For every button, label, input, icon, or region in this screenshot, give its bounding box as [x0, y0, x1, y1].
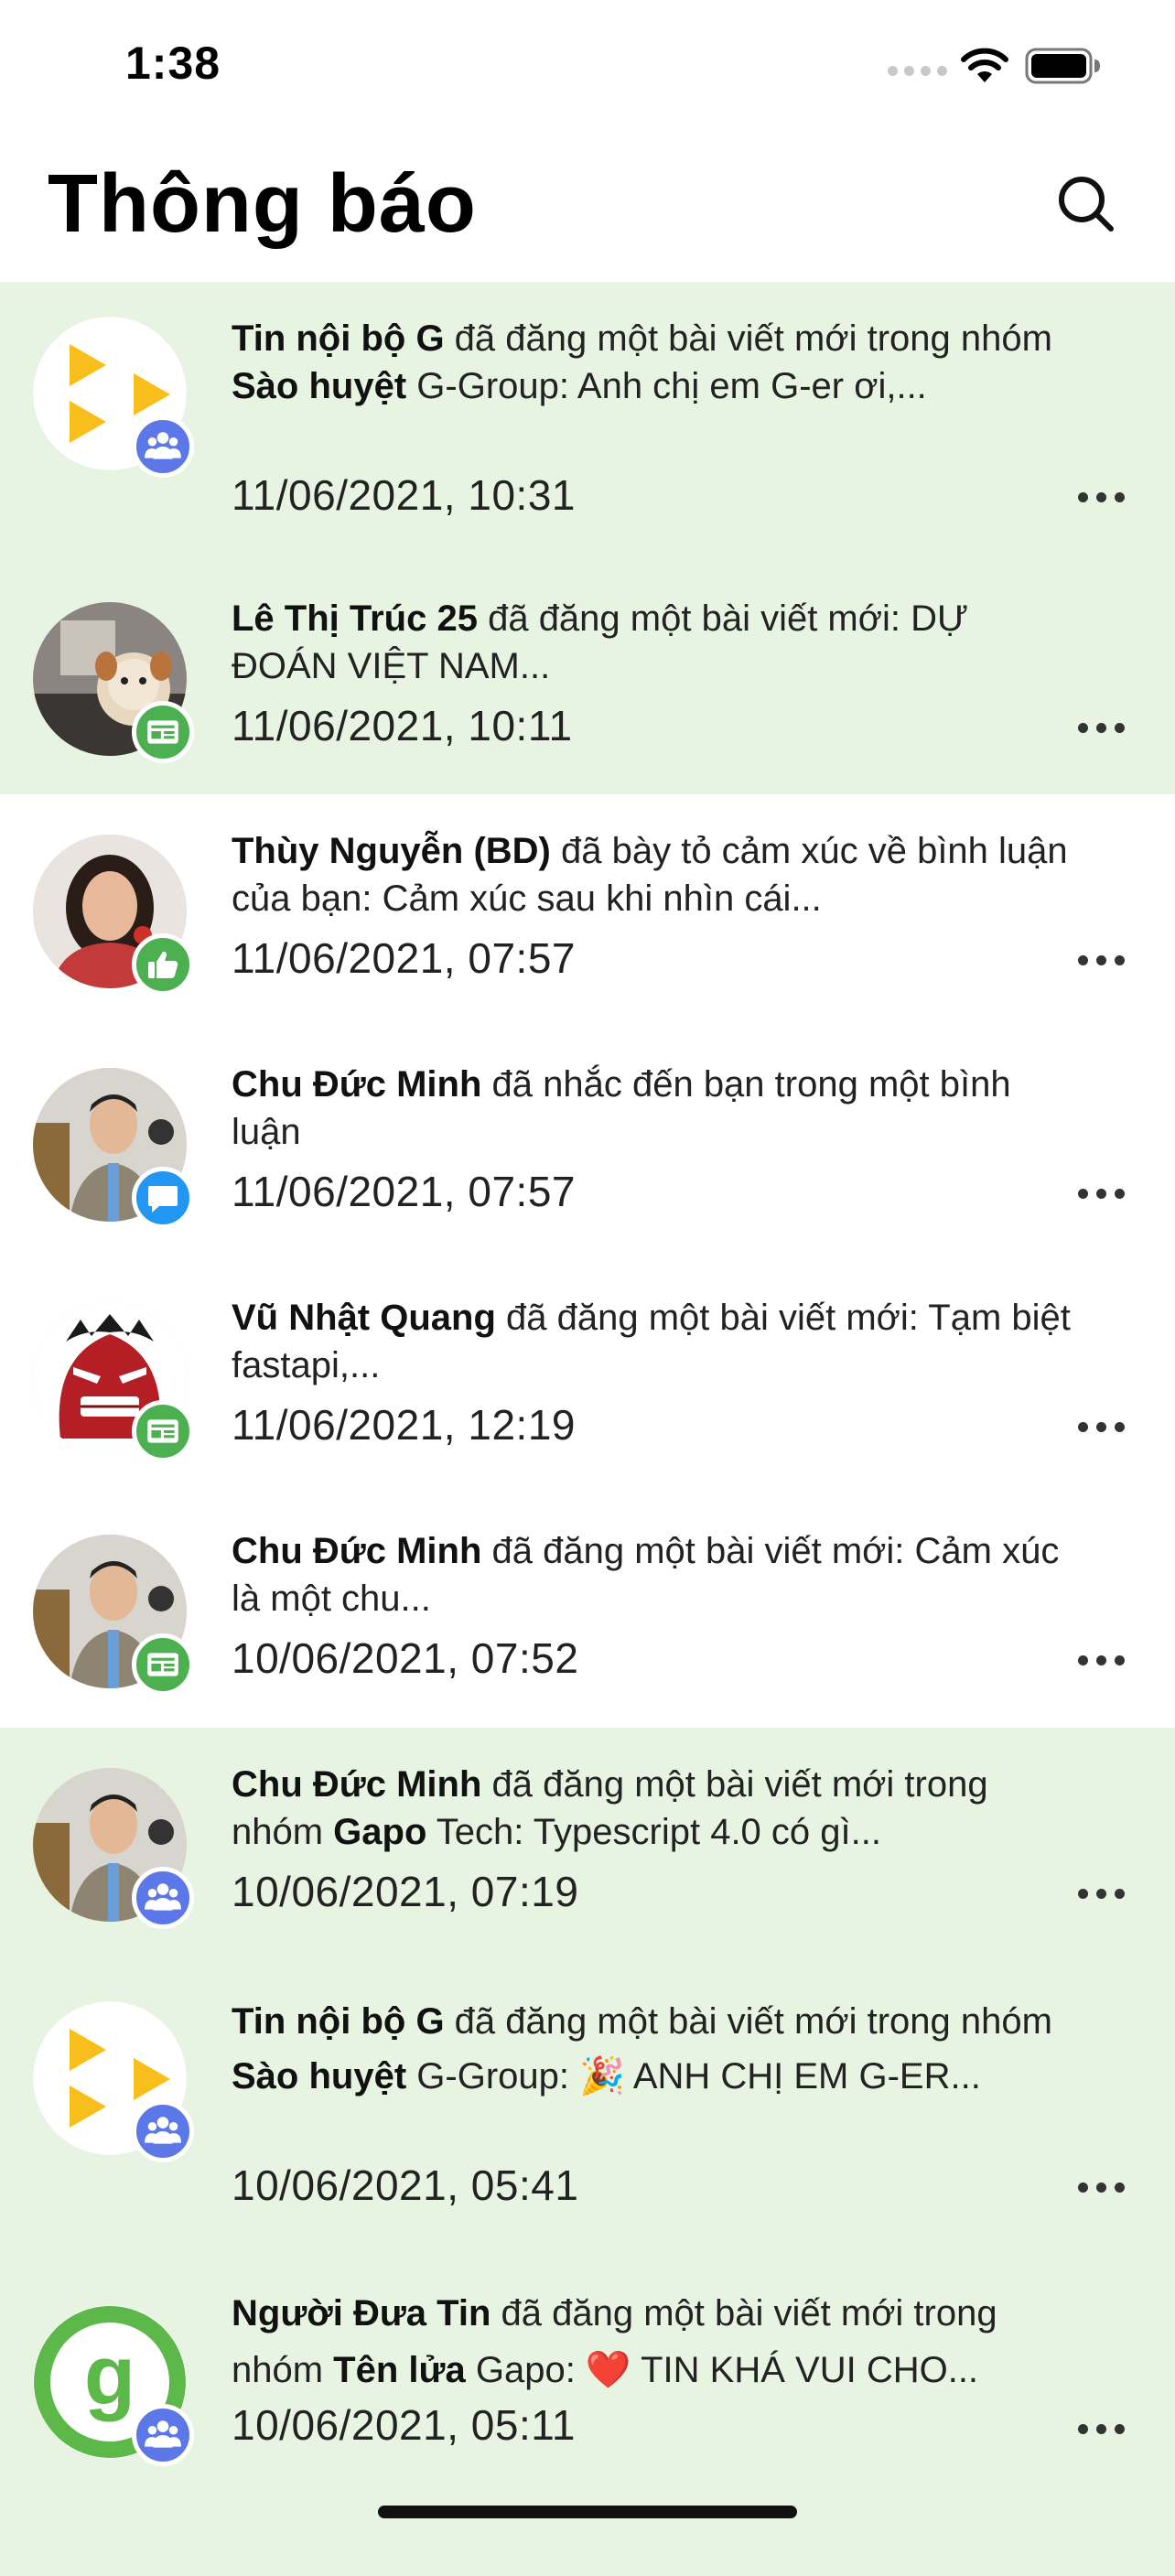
avatar [33, 835, 194, 996]
notification-text: Chu Đức Minh đã đăng một bài viết mới tr… [232, 1764, 988, 1852]
notification-text: Chu Đức Minh đã nhắc đến bạn trong một b… [232, 1064, 1011, 1152]
more-options-button[interactable] [1078, 1189, 1125, 1199]
group-icon [144, 427, 182, 466]
notification-text: Tin nội bộ G đã đăng một bài viết mới tr… [232, 2001, 1052, 2096]
notification-text: Tin nội bộ G đã đăng một bài viết mới tr… [232, 318, 1052, 406]
more-options-button[interactable] [1078, 1422, 1125, 1432]
more-options-button[interactable] [1078, 492, 1125, 502]
notification-item[interactable]: Tin nội bộ G đã đăng một bài viết mới tr… [0, 1961, 1175, 2258]
notification-time: 10/06/2021, 07:19 [232, 1868, 579, 1915]
notification-text: Chu Đức Minh đã đăng một bài viết mới: C… [232, 1531, 1060, 1619]
notification-time: 10/06/2021, 07:52 [232, 1634, 579, 1682]
status-bar: 1:38 [0, 0, 1175, 137]
avatar [33, 2305, 187, 2459]
avatar [33, 1768, 194, 1929]
post-badge [132, 701, 194, 763]
actor-name: Chu Đức Minh [232, 1764, 482, 1805]
notification-time: 11/06/2021, 07:57 [232, 934, 576, 982]
notification-text: Vũ Nhật Quang đã đăng một bài viết mới: … [232, 1298, 1071, 1385]
battery-icon [1025, 48, 1100, 84]
notification-time: 11/06/2021, 10:31 [232, 471, 576, 519]
notification-item[interactable]: Vũ Nhật Quang đã đăng một bài viết mới: … [0, 1261, 1175, 1494]
actor-name: Tin nội bộ G [232, 318, 445, 359]
group-icon [144, 1879, 182, 1917]
notification-time: 10/06/2021, 05:41 [232, 2161, 579, 2209]
actor-name: Lê Thị Trúc 25 [232, 598, 478, 639]
notification-item[interactable]: Chu Đức Minh đã nhắc đến bạn trong một b… [0, 1028, 1175, 1261]
group-badge [132, 2100, 194, 2162]
post-icon [144, 1645, 182, 1684]
group-badge [132, 415, 194, 478]
more-options-button[interactable] [1078, 2183, 1125, 2193]
notification-time: 10/06/2021, 05:11 [232, 2401, 576, 2449]
more-options-button[interactable] [1078, 955, 1125, 965]
wifi-icon [961, 48, 1008, 82]
group-badge [132, 2404, 194, 2466]
actor-name: Tin nội bộ G [232, 2001, 445, 2042]
notification-text: Lê Thị Trúc 25 đã đăng một bài viết mới:… [232, 598, 969, 686]
actor-name: Vũ Nhật Quang [232, 1298, 496, 1338]
notification-time: 11/06/2021, 07:57 [232, 1168, 576, 1215]
group-name: Gapo [333, 1812, 427, 1852]
post-icon [144, 1412, 182, 1450]
status-time: 1:38 [125, 38, 221, 89]
comment-icon [145, 1180, 181, 1216]
group-name: Sào huyệt [232, 2056, 407, 2096]
actor-name: Thùy Nguyễn (BD) [232, 831, 551, 871]
group-name: Tên lửa [333, 2350, 466, 2390]
notification-text: Người Đưa Tin đã đăng một bài viết mới t… [232, 2293, 997, 2390]
post-badge [132, 1633, 194, 1696]
post-badge [132, 1400, 194, 1462]
more-options-button[interactable] [1078, 1889, 1125, 1899]
notification-time: 11/06/2021, 12:19 [232, 1401, 576, 1449]
like-badge [132, 933, 194, 996]
avatar [33, 602, 194, 763]
avatar [33, 1535, 194, 1696]
actor-name: Chu Đức Minh [232, 1064, 482, 1105]
notification-time: 11/06/2021, 10:11 [232, 702, 573, 749]
notification-list: Tin nội bộ G đã đăng một bài viết mới tr… [0, 282, 1175, 2576]
avatar [33, 1068, 194, 1229]
avatar [33, 1301, 194, 1462]
notification-item[interactable]: Chu Đức Minh đã đăng một bài viết mới tr… [0, 1728, 1175, 1961]
actor-name: Chu Đức Minh [232, 1531, 482, 1571]
actor-name: Người Đưa Tin [232, 2293, 491, 2333]
notification-item[interactable]: Người Đưa Tin đã đăng một bài viết mới t… [0, 2258, 1175, 2576]
home-indicator[interactable] [378, 2506, 797, 2518]
more-options-button[interactable] [1078, 1655, 1125, 1665]
group-badge [132, 1867, 194, 1929]
like-icon [145, 946, 181, 983]
avatar [33, 317, 194, 478]
header: Thông báo [0, 137, 1175, 283]
group-name: Sào huyệt [232, 366, 407, 406]
more-options-button[interactable] [1078, 723, 1125, 733]
notification-item[interactable]: Chu Đức Minh đã đăng một bài viết mới: C… [0, 1494, 1175, 1728]
group-icon [144, 2416, 182, 2454]
more-options-button[interactable] [1078, 2424, 1125, 2434]
cellular-signal-icon [888, 66, 947, 76]
notification-item[interactable]: Thùy Nguyễn (BD) đã bày tỏ cảm xúc về bì… [0, 794, 1175, 1028]
page-title: Thông báo [48, 158, 477, 250]
search-icon[interactable] [1054, 172, 1118, 236]
notification-item[interactable]: Tin nội bộ G đã đăng một bài viết mới tr… [0, 282, 1175, 562]
group-icon [144, 2112, 182, 2150]
notification-item[interactable]: Lê Thị Trúc 25 đã đăng một bài viết mới:… [0, 562, 1175, 794]
avatar [33, 2001, 194, 2162]
comment-badge [132, 1167, 194, 1229]
post-icon [144, 713, 182, 751]
notification-text: Thùy Nguyễn (BD) đã bày tỏ cảm xúc về bì… [232, 831, 1068, 919]
